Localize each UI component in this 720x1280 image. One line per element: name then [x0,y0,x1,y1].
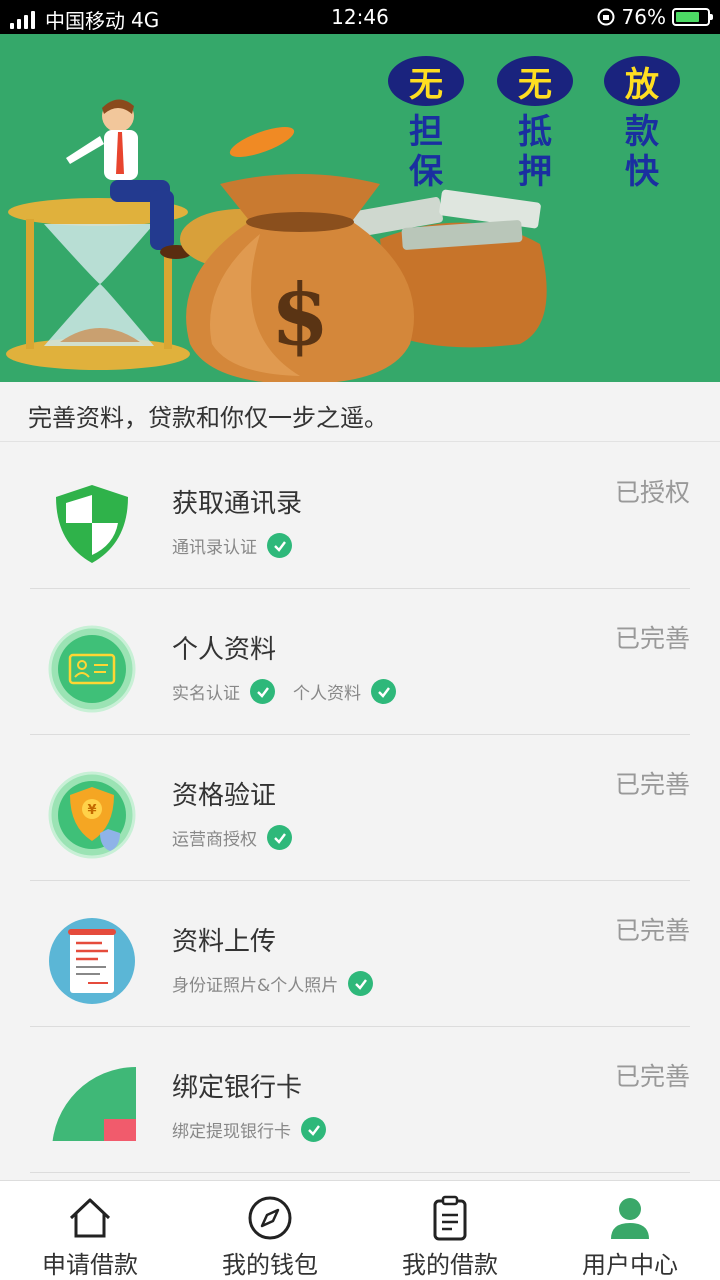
slogan-text: 抵押 [518,112,552,192]
tag-label: 身份证照片&个人照片 [172,976,339,996]
item-title: 绑定银行卡 [172,1073,303,1103]
user-icon [606,1195,654,1241]
nav-label: 用户中心 [582,1251,678,1279]
battery-percent: 76% [621,5,666,29]
status-bar: 中国移动 4G 12:46 76% [0,0,720,34]
slogan-badge: 无 [388,56,464,106]
tag-label: 实名认证 [172,684,240,704]
item-title: 获取通讯录 [172,489,303,519]
item-title: 个人资料 [172,635,277,665]
check-icon [267,533,292,558]
item-title: 资料上传 [172,927,277,957]
list-item-qualification[interactable]: ¥ 资格验证 已完善 运营商授权 [30,735,690,881]
tag-label: 通讯录认证 [172,538,257,558]
nav-label: 申请借款 [42,1251,138,1279]
list-item-personal-info[interactable]: 个人资料 已完善 实名认证 个人资料 [30,589,690,735]
check-icon [371,679,396,704]
bottom-nav: 申请借款 我的钱包 我的借款 用户中心 [0,1180,720,1280]
item-status: 已完善 [614,916,690,945]
document-upload-icon [48,917,136,1005]
item-status: 已完善 [614,624,690,653]
svg-text:¥: ¥ [87,803,96,818]
check-icon [301,1117,326,1142]
shield-icon [48,479,136,567]
nav-my-loans[interactable]: 我的借款 [360,1181,540,1280]
slogan-no-collateral: 无 抵押 [497,56,573,192]
item-title: 资格验证 [172,781,277,811]
slogan-no-guarantee: 无 担保 [388,56,464,192]
item-status: 已完善 [614,770,690,799]
check-icon [348,971,374,996]
slogan-text: 担保 [409,112,443,192]
orientation-lock-icon [597,8,615,26]
slogan-badge: 无 [497,56,573,106]
clipboard-icon [426,1195,474,1241]
nav-label: 我的借款 [402,1251,498,1279]
check-icon [267,825,292,850]
id-card-icon [48,625,136,713]
home-icon [66,1195,114,1241]
slogan-text: 款快 [625,112,659,192]
check-icon [250,679,275,704]
nav-apply-loan[interactable]: 申请借款 [0,1181,180,1280]
battery-icon [672,8,713,26]
list-item-contacts[interactable]: 获取通讯录 已授权 通讯录认证 [30,443,690,589]
tagline: 完善资料，贷款和你仅一步之遥。 [0,382,720,442]
compass-icon [246,1195,294,1241]
list-item-upload[interactable]: 资料上传 已完善 身份证照片&个人照片 [30,881,690,1027]
list-item-bank-card[interactable]: 绑定银行卡 已完善 绑定提现银行卡 [30,1027,690,1173]
nav-wallet[interactable]: 我的钱包 [180,1181,360,1280]
tag-label: 绑定提现银行卡 [172,1122,291,1142]
verification-list: 获取通讯录 已授权 通讯录认证 个人资料 已完善 实名认证 个人资料 ¥ 资格验… [0,443,720,1173]
dollar-sign: $ [271,265,329,364]
item-status: 已授权 [614,478,690,507]
item-status: 已完善 [614,1062,690,1091]
nav-label: 我的钱包 [222,1251,318,1279]
tag-label: 运营商授权 [172,830,257,850]
tag-label: 个人资料 [293,684,361,704]
slogan-badge: 放 [604,56,680,106]
slogan-fast-loan: 放 款快 [604,56,680,192]
bank-card-icon [48,1063,136,1141]
promo-banner[interactable]: $ 无 担保 无 抵押 放 款快 [0,34,720,382]
nav-user-center[interactable]: 用户中心 [540,1181,720,1280]
yuan-shield-icon: ¥ [48,771,136,859]
